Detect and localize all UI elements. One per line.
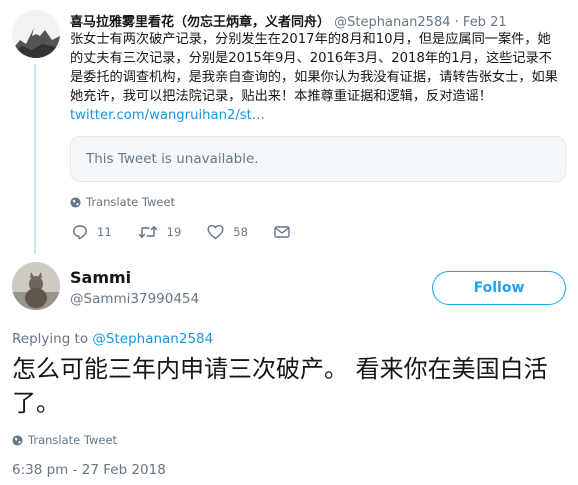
message-icon (274, 226, 290, 238)
reply-button[interactable]: 11 (72, 224, 112, 240)
main-avatar[interactable] (12, 262, 60, 310)
parent-translate-tweet[interactable]: Translate Tweet (70, 195, 175, 209)
main-translate-tweet[interactable]: Translate Tweet (12, 433, 117, 447)
reply-icon (73, 225, 87, 240)
main-display-name[interactable]: Sammi (70, 268, 131, 287)
translate-label: Translate Tweet (28, 433, 118, 447)
direct-message-button[interactable] (274, 225, 299, 239)
parent-display-name[interactable]: 喜马拉雅雾里看花（勿忘王炳章，义者同舟） (70, 15, 330, 30)
replying-prefix: Replying to (12, 331, 89, 347)
quoted-tweet-card[interactable]: This Tweet is unavailable. (70, 136, 566, 182)
parent-date[interactable]: Feb 21 (463, 15, 507, 30)
like-button[interactable]: 58 (207, 224, 248, 240)
translate-label: Translate Tweet (86, 195, 176, 209)
parent-tweet-text: 张女士有两次破产记录，分别发生在2017年的8月和10月，但是应属同一案件，她的… (70, 30, 560, 125)
follow-button[interactable]: Follow (432, 271, 566, 305)
parent-handle[interactable]: @Stephanan2584 (334, 15, 450, 30)
parent-tweet-header: 喜马拉雅雾里看花（勿忘王炳章，义者同舟） @Stephanan2584 · Fe… (70, 11, 507, 30)
main-tweet-text: 怎么可能三年内申请三次破产。 看来你在美国白活了。 (12, 355, 548, 417)
parent-tweet-body: 张女士有两次破产记录，分别发生在2017年的8月和10月，但是应属同一案件，她的… (70, 32, 558, 104)
header-separator: · (454, 15, 459, 30)
retweet-icon (138, 226, 157, 238)
like-icon (207, 224, 224, 240)
thread-connector-line (34, 64, 36, 254)
parent-tweet-link[interactable]: twitter.com/wangruihan2/st… (70, 108, 265, 123)
main-tweet-timestamp[interactable]: 6:38 pm - 27 Feb 2018 (12, 462, 166, 478)
retweet-button[interactable]: 19 (138, 224, 182, 240)
replying-mention[interactable]: @Stephanan2584 (92, 331, 213, 347)
reply-count: 11 (97, 225, 112, 239)
like-count: 58 (233, 225, 248, 239)
retweet-count: 19 (166, 225, 182, 239)
globe-icon (12, 434, 23, 446)
replying-to-line: Replying to @Stephanan2584 (12, 331, 213, 347)
parent-tweet-actions: 11 19 58 (72, 224, 325, 240)
globe-icon (70, 196, 81, 208)
parent-avatar[interactable] (12, 10, 60, 58)
main-handle[interactable]: @Sammi37990454 (70, 291, 199, 307)
quoted-unavailable-text: This Tweet is unavailable. (86, 151, 259, 167)
